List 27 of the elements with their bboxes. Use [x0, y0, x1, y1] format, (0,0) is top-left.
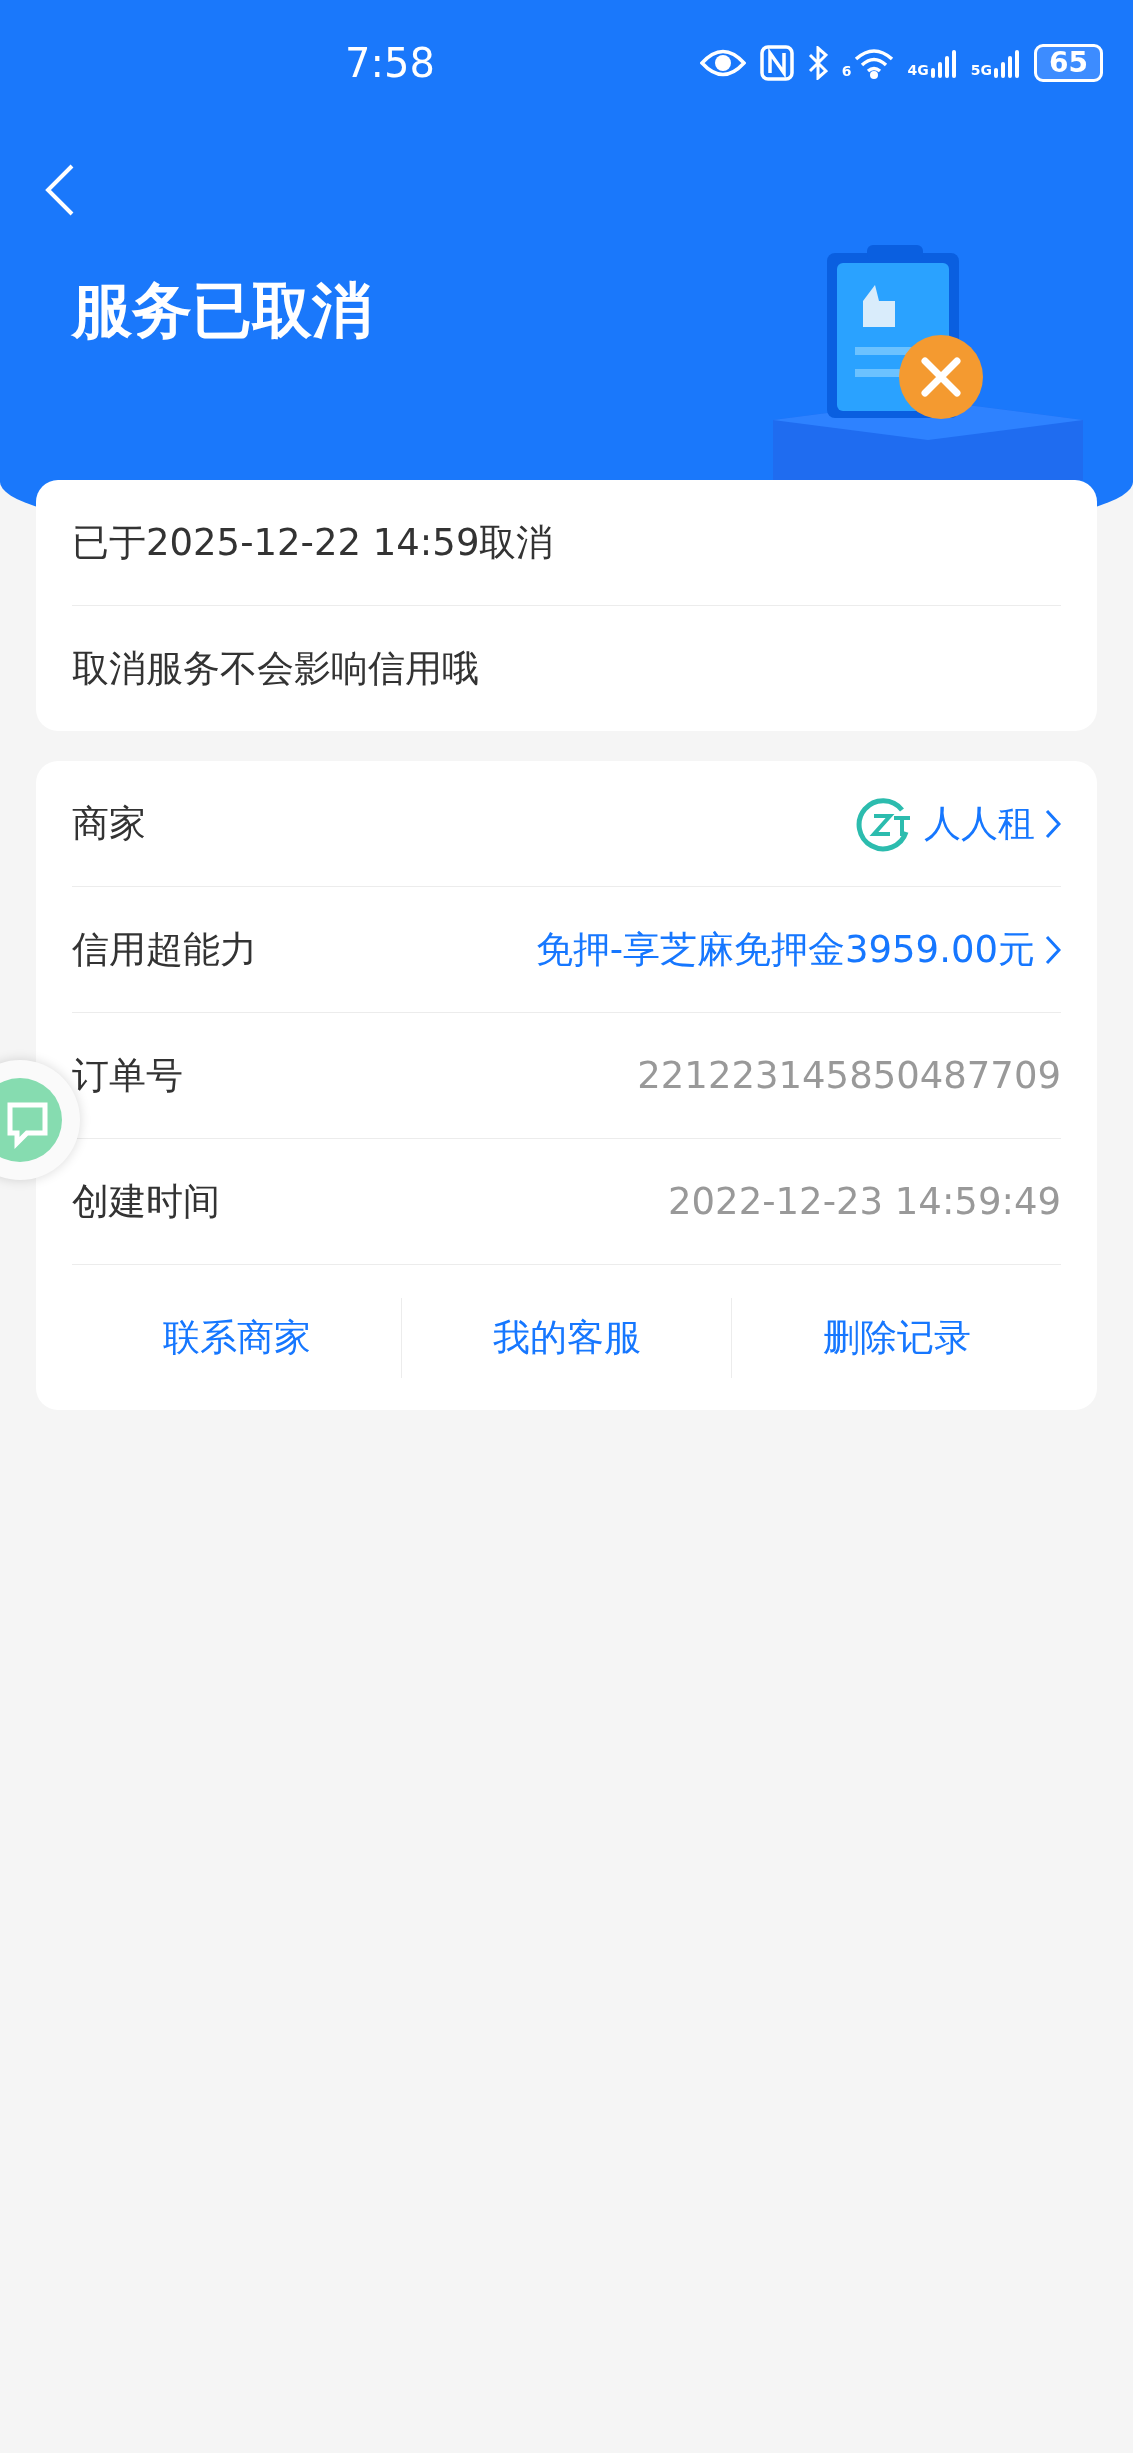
status-time: 7:58	[345, 39, 435, 86]
notice-text: 已于2025-12-22 14:59取消	[72, 519, 554, 566]
credit-link[interactable]: 免押-享芝麻免押金3959.00元	[535, 924, 1061, 975]
network-label: 5G	[970, 61, 993, 78]
nfc-icon	[759, 44, 794, 81]
detail-label: 信用超能力	[72, 926, 257, 973]
signal-icon	[930, 47, 957, 78]
bluetooth-icon	[807, 45, 828, 80]
wifi-icon	[853, 46, 894, 79]
detail-value: 221223145850487709	[637, 1054, 1061, 1097]
action-button[interactable]: 删除记录	[731, 1297, 1061, 1378]
signal-icon	[994, 47, 1021, 78]
network-label: 4G	[907, 61, 929, 78]
detail-value: 2022-12-23 14:59:49	[668, 1180, 1061, 1223]
detail-label: 商家	[72, 800, 146, 847]
page-title: 服务已取消	[72, 274, 372, 346]
notice-text: 取消服务不会影响信用哦	[72, 645, 479, 692]
action-button[interactable]: 我的客服	[401, 1297, 731, 1378]
detail-label: 创建时间	[72, 1178, 220, 1225]
action-button[interactable]: 联系商家	[72, 1297, 401, 1378]
merchant-link[interactable]: 人人租	[854, 793, 1061, 854]
detail-label: 订单号	[72, 1052, 183, 1099]
wifi-label: 6	[841, 62, 852, 79]
chevron-right-icon	[1045, 934, 1061, 965]
eye-icon	[699, 47, 746, 78]
chevron-right-icon	[1045, 808, 1061, 839]
battery-indicator: 65	[1034, 43, 1103, 82]
